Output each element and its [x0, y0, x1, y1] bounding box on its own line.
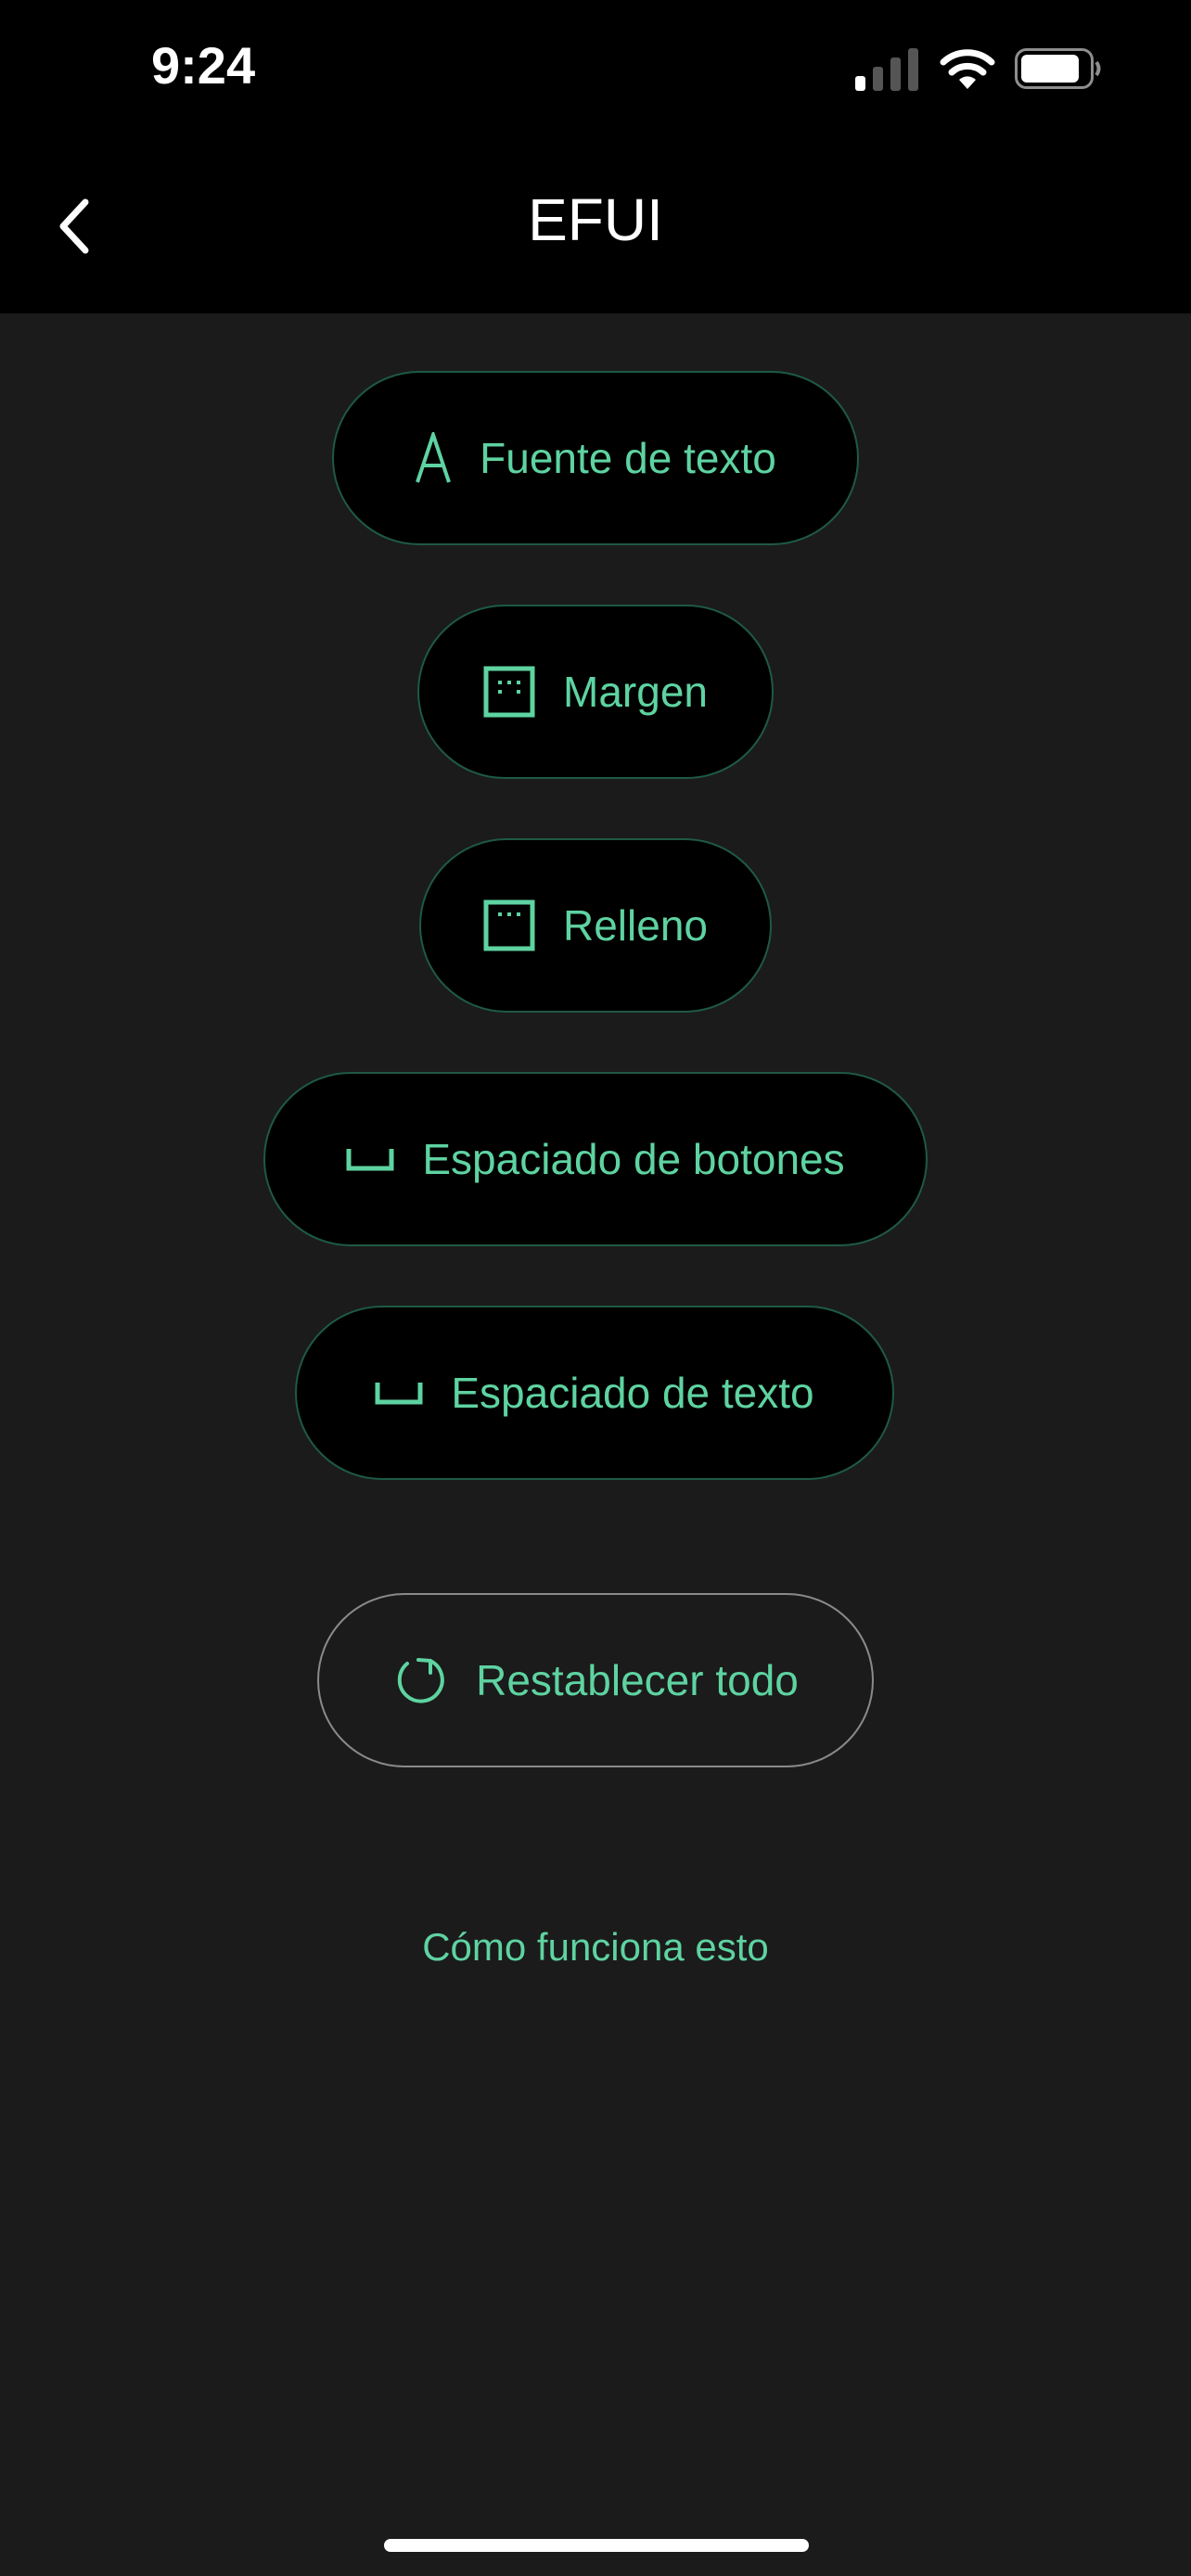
how-it-works-link[interactable]: Cómo funciona esto — [0, 1925, 1191, 1970]
space-bracket-icon — [375, 1380, 423, 1406]
cellular-signal-icon — [855, 48, 918, 91]
status-bar: 9:24 — [0, 0, 1191, 148]
font-button[interactable]: Fuente de texto — [332, 371, 859, 545]
button-spacing-label: Espaciado de botones — [422, 1135, 845, 1183]
page-title: EFUI — [528, 186, 663, 253]
margin-button-label: Margen — [563, 668, 708, 716]
letter-a-icon — [415, 432, 452, 484]
status-time: 9:24 — [151, 36, 256, 95]
space-bracket-icon — [346, 1146, 394, 1172]
padding-icon — [483, 899, 535, 951]
refresh-icon — [392, 1652, 448, 1708]
text-spacing-label: Espaciado de texto — [451, 1369, 814, 1417]
home-indicator — [384, 2539, 809, 2552]
margin-button[interactable]: Margen — [417, 605, 774, 779]
margin-icon — [483, 666, 535, 718]
padding-button[interactable]: Relleno — [419, 838, 772, 1013]
reset-all-button[interactable]: Restablecer todo — [317, 1593, 874, 1767]
font-button-label: Fuente de texto — [480, 434, 776, 482]
reset-all-label: Restablecer todo — [476, 1656, 799, 1704]
navigation-bar: EFUI — [0, 148, 1191, 313]
padding-button-label: Relleno — [563, 901, 708, 950]
button-spacing-button[interactable]: Espaciado de botones — [263, 1072, 928, 1246]
text-spacing-button[interactable]: Espaciado de texto — [295, 1306, 894, 1480]
wifi-icon — [940, 49, 995, 89]
battery-icon — [1015, 48, 1101, 89]
